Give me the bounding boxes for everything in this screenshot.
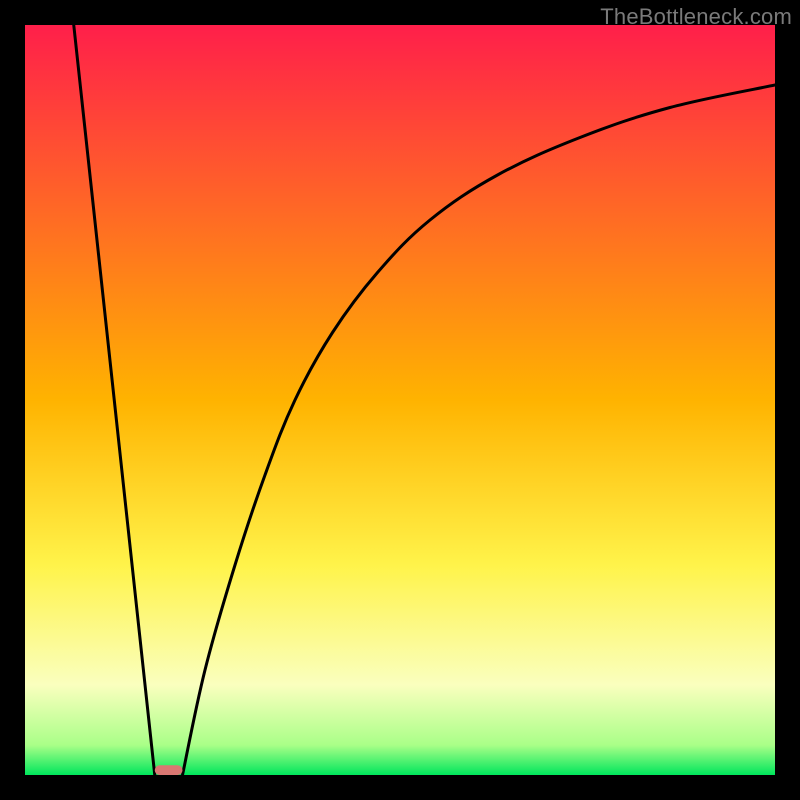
notch-marker [155,765,183,775]
chart-frame [25,25,775,775]
watermark-text: TheBottleneck.com [600,4,792,30]
chart-svg [25,25,775,775]
chart-background [25,25,775,775]
